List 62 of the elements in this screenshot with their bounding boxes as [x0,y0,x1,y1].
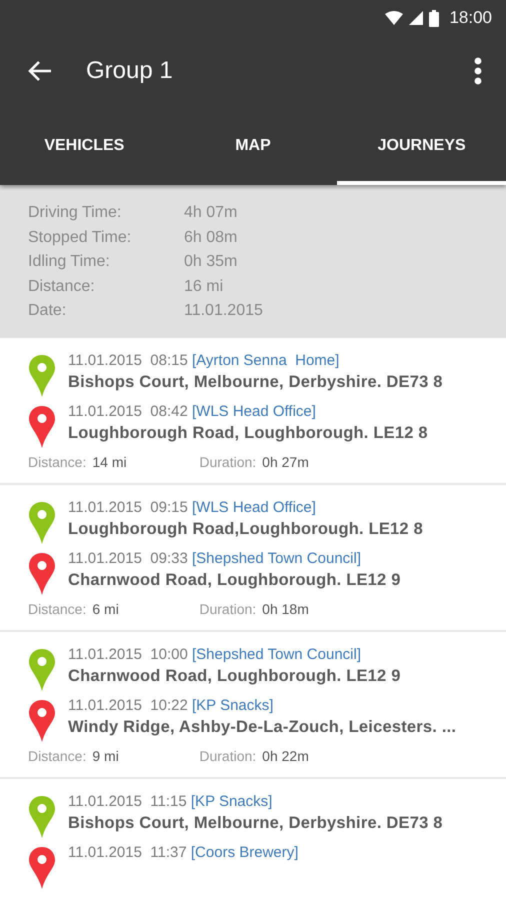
stop-address: Charnwood Road, Loughborough. LE12 9 [68,570,401,590]
summary-label: Date: [28,301,68,321]
place-link[interactable]: [Coors Brewery] [190,844,298,860]
map-pin-icon [28,698,56,742]
distance-label: Distance: [28,600,86,618]
tab[interactable]: MAP [168,106,338,185]
place-link[interactable]: [WLS Head Office] [192,498,316,516]
stop-time: 11.01.2015 11:15 [68,792,188,810]
distance-label: Distance: [28,452,86,470]
stop-time: 11.01.2015 08:42 [68,402,189,420]
distance-value: 14 mi [92,452,128,470]
tab[interactable]: VEHICLES [0,106,169,185]
duration-value: 0h 22m [262,746,309,764]
place-link[interactable]: [KP Snacks] [190,792,272,810]
stop-address: Bishops Court, Melbourne, Derbyshire. DE73 8 [68,812,443,834]
stop-time: 11.01.2015 10:22 [68,696,189,714]
map-pin-icon [28,552,56,596]
map-pin-icon [28,648,56,692]
summary-label: Idling Time: [28,252,111,272]
place-link[interactable]: [Shepshed Town Council] [192,550,361,566]
summary-value: 0h 35m [184,252,238,272]
stop-time: 11.01.2015 08:15 [68,352,189,368]
stop-time: 11.01.2015 09:33 [68,550,189,566]
summary-label: Distance: [28,276,96,296]
duration-value: 0h 18m [262,600,309,618]
stop-address: Windy Ridge, Ashby-De-La-Zouch, Leicesters. ... [68,716,456,738]
summary-label: Stopped Time: [28,228,132,248]
stop-time: 11.01.2015 10:00 [68,646,189,662]
summary-value: 16 mi [184,276,224,296]
signal-icon [409,11,424,25]
summary-value: 6h 08m [184,228,238,248]
place-link[interactable]: [WLS Head Office] [192,402,316,420]
summary-value: 4h 07m [184,203,238,223]
duration-label: Duration: [199,452,256,470]
map-pin-icon [28,794,56,838]
duration-value: 0h 27m [262,452,309,470]
back-arrow-icon[interactable] [28,60,52,82]
map-pin-icon [28,846,56,890]
stop-time: 11.01.2015 11:37 [68,844,188,860]
screen-title: Group 1 [86,57,174,85]
duration-label: Duration: [199,600,256,618]
stop-address: Loughborough Road, Loughborough. LE12 8 [68,422,428,444]
map-pin-icon [28,404,56,448]
place-link[interactable]: [Shepshed Town Council] [192,646,361,662]
distance-label: Distance: [28,746,86,764]
wifi-icon [385,11,404,25]
battery-icon [429,10,440,26]
map-pin-icon [28,500,56,544]
map-pin-icon [28,354,56,398]
duration-label: Duration: [199,746,256,764]
summary-label: Driving Time: [28,203,122,223]
stop-address: Loughborough Road,Loughborough. LE12 8 [68,518,423,540]
stop-address: Bishops Court, Melbourne, Derbyshire. DE73 8 [68,372,443,392]
place-link[interactable]: [KP Snacks] [192,696,274,714]
summary-value: 11.01.2015 [184,301,263,321]
distance-value: 6 mi [92,600,120,618]
distance-value: 9 mi [92,746,120,764]
stop-address: Charnwood Road, Loughborough. LE12 9 [68,666,401,686]
clock: 18:00 [449,8,492,28]
stop-time: 11.01.2015 09:15 [68,498,189,516]
more-options-icon[interactable] [474,57,482,85]
place-link[interactable]: [Ayrton Senna Home] [192,352,340,368]
